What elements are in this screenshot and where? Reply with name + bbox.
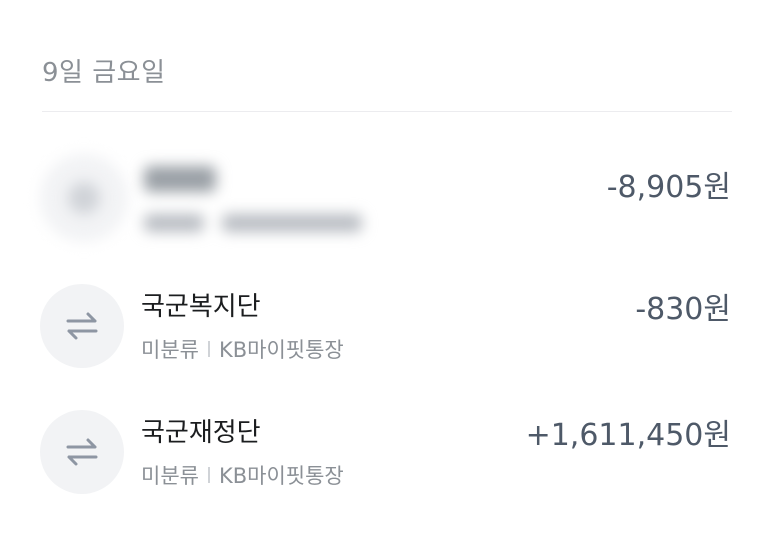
transaction-row[interactable]: 국군복지단 미분류 KB마이핏통장 -830원 <box>40 284 733 380</box>
transaction-name: 국군복지단 <box>141 292 261 322</box>
transaction-name: 국군재정단 <box>141 418 261 448</box>
transaction-amount: -830원 <box>635 292 731 327</box>
transaction-meta: 미분류 KB마이핏통장 <box>141 460 344 490</box>
section-divider <box>42 111 732 112</box>
transfer-arrows-icon <box>40 410 124 494</box>
transaction-category: 미분류 <box>141 338 199 362</box>
transaction-account: KB마이핏통장 <box>218 464 344 488</box>
transaction-account: KB마이핏통장 <box>218 338 344 362</box>
transaction-amount: -8,905원 <box>606 170 731 205</box>
meta-separator <box>207 341 210 357</box>
merchant-avatar <box>40 154 128 242</box>
transaction-category: 미분류 <box>141 464 199 488</box>
transaction-row[interactable]: -8,905원 <box>40 140 733 242</box>
date-header: 9일 금요일 <box>42 58 166 88</box>
transaction-amount: +1,611,450원 <box>525 418 731 453</box>
transfer-arrows-icon <box>40 284 124 368</box>
transaction-meta: 미분류 KB마이핏통장 <box>141 334 344 364</box>
transaction-row[interactable]: 국군재정단 미분류 KB마이핏통장 +1,611,450원 <box>40 410 733 506</box>
meta-separator <box>207 467 210 483</box>
